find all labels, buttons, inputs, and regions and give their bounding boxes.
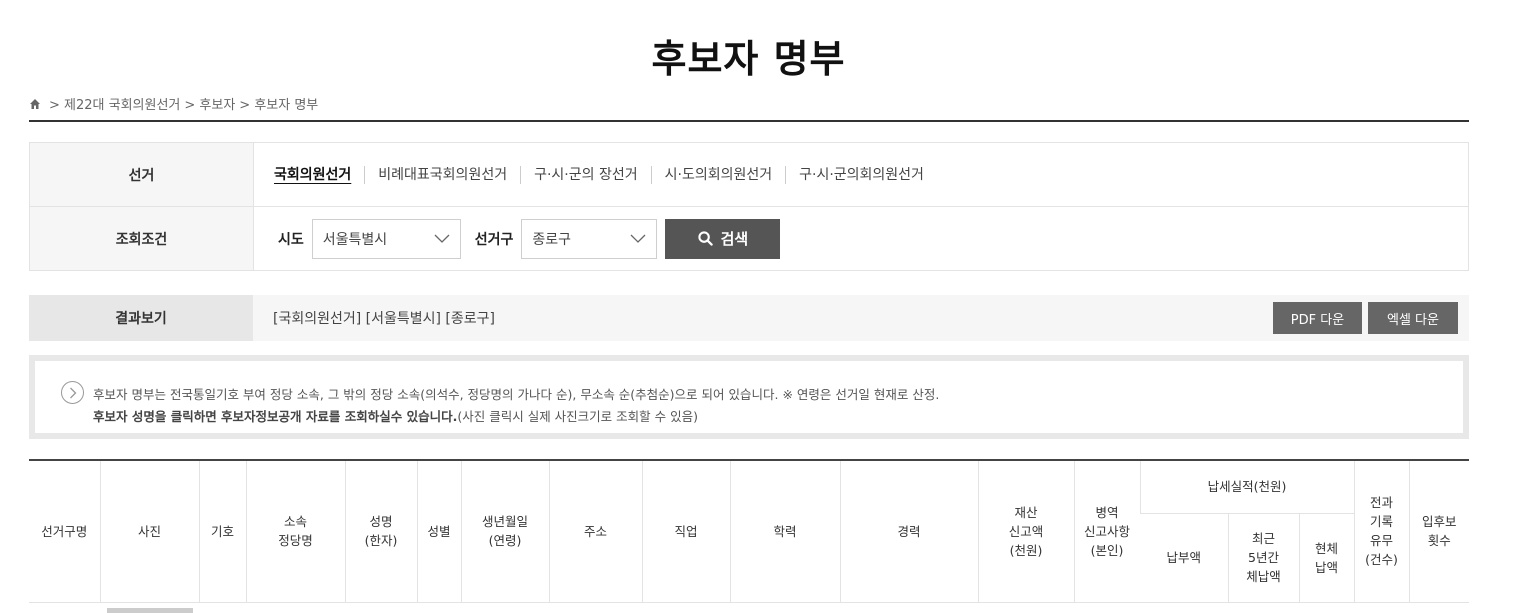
notice-box: 후보자 명부는 전국통일기호 부여 정당 소속, 그 밖의 정당 소속(의석수,…	[29, 355, 1469, 439]
col-runs: 입후보 횟수	[1408, 461, 1470, 603]
notice-line-2-rest: (사진 클릭시 실제 사진크기로 조회할 수 있음)	[457, 409, 698, 424]
title-divider	[29, 120, 1469, 122]
result-label: 결과보기	[29, 295, 253, 341]
election-label: 선거	[30, 143, 254, 206]
breadcrumb-item[interactable]: > 제22대 국회의원선거	[49, 94, 180, 113]
col-number: 기호	[198, 461, 246, 603]
candidate-photo[interactable]	[107, 608, 193, 613]
search-label: 검색	[720, 230, 749, 248]
filter-panel: 선거 국회의원선거 비례대표국회의원선거 구·시·군의 장선거 시·도의회의원선…	[29, 142, 1469, 271]
chevron-right-icon	[61, 381, 84, 404]
excel-download-button[interactable]: 엑셀 다운	[1368, 302, 1458, 334]
tab-proportional[interactable]: 비례대표국회의원선거	[364, 165, 520, 184]
pdf-download-button[interactable]: PDF 다운	[1273, 302, 1362, 334]
tab-district-head[interactable]: 구·시·군의 장선거	[520, 165, 651, 184]
election-row: 선거 국회의원선거 비례대표국회의원선거 구·시·군의 장선거 시·도의회의원선…	[29, 143, 1469, 207]
col-address: 주소	[548, 461, 642, 603]
col-assets: 재산 신고액 (천원)	[977, 461, 1074, 603]
col-criminal: 전과 기록 유무 (건수)	[1353, 461, 1410, 603]
col-district: 선거구명	[29, 461, 100, 603]
district-value: 종로구	[532, 231, 572, 248]
tab-district-council[interactable]: 구·시·군의회의원선거	[785, 165, 937, 184]
chevron-down-icon	[434, 234, 450, 243]
col-tax-arrears-5y: 최근 5년간 체납액	[1227, 513, 1299, 603]
page-title: 후보자 명부	[651, 37, 846, 81]
search-button[interactable]: 검색	[665, 218, 781, 259]
sido-label: 시도	[278, 231, 304, 248]
notice-line-2-bold: 후보자 성명을 클릭하면 후보자정보공개 자료를 조회하실수 있습니다.	[93, 409, 458, 424]
query-row: 조회조건 시도 서울특별시 선거구 종로구 검색	[29, 207, 1469, 271]
district-label: 선거구	[474, 231, 514, 248]
col-military: 병역 신고사항 (본인)	[1073, 461, 1140, 603]
col-education: 학력	[729, 461, 840, 603]
col-tax-paid: 납부액	[1140, 513, 1228, 603]
col-name: 성명 (한자)	[344, 461, 417, 603]
sido-value: 서울특별시	[322, 231, 388, 248]
query-label: 조회조건	[30, 207, 254, 270]
result-summary: [국회의원선거] [서울특별시] [종로구]	[273, 311, 495, 327]
result-bar: 결과보기 [국회의원선거] [서울특별시] [종로구] PDF 다운 엑셀 다운	[29, 295, 1469, 341]
tab-provincial-council[interactable]: 시·도의회의원선거	[650, 165, 786, 184]
chevron-down-icon	[630, 234, 646, 243]
breadcrumb: > 제22대 국회의원선거 > 후보자 > 후보자 명부	[29, 94, 318, 113]
col-birth: 생년월일 (연령)	[460, 461, 549, 603]
election-tabs: 국회의원선거 비례대표국회의원선거 구·시·군의 장선거 시·도의회의원선거 구…	[274, 165, 937, 184]
col-gender: 성별	[416, 461, 461, 603]
search-icon	[697, 231, 713, 246]
notice-line-1: 후보자 명부는 전국통일기호 부여 정당 소속, 그 밖의 정당 소속(의석수,…	[93, 387, 940, 402]
col-tax-current: 현체 납액	[1298, 513, 1355, 603]
tab-national-assembly[interactable]: 국회의원선거	[274, 166, 364, 184]
breadcrumb-item[interactable]: > 후보자	[184, 94, 235, 113]
col-photo: 사진	[99, 461, 199, 603]
district-select[interactable]: 종로구	[521, 218, 658, 259]
col-job: 직업	[641, 461, 730, 603]
col-party: 소속 정당명	[245, 461, 345, 603]
candidate-table: 선거구명 사진 기호 소속 정당명 성명 (한자) 성별 생년월일 (연령) 주…	[29, 459, 1470, 613]
col-career: 경력	[839, 461, 978, 603]
notice-line-2: 후보자 성명을 클릭하면 후보자정보공개 자료를 조회하실수 있습니다.(사진 …	[93, 406, 698, 425]
home-icon[interactable]	[29, 98, 41, 110]
col-tax-group: 납세실적(천원)	[1139, 461, 1355, 514]
breadcrumb-item: > 후보자 명부	[239, 98, 319, 113]
sido-select[interactable]: 서울특별시	[311, 218, 461, 259]
